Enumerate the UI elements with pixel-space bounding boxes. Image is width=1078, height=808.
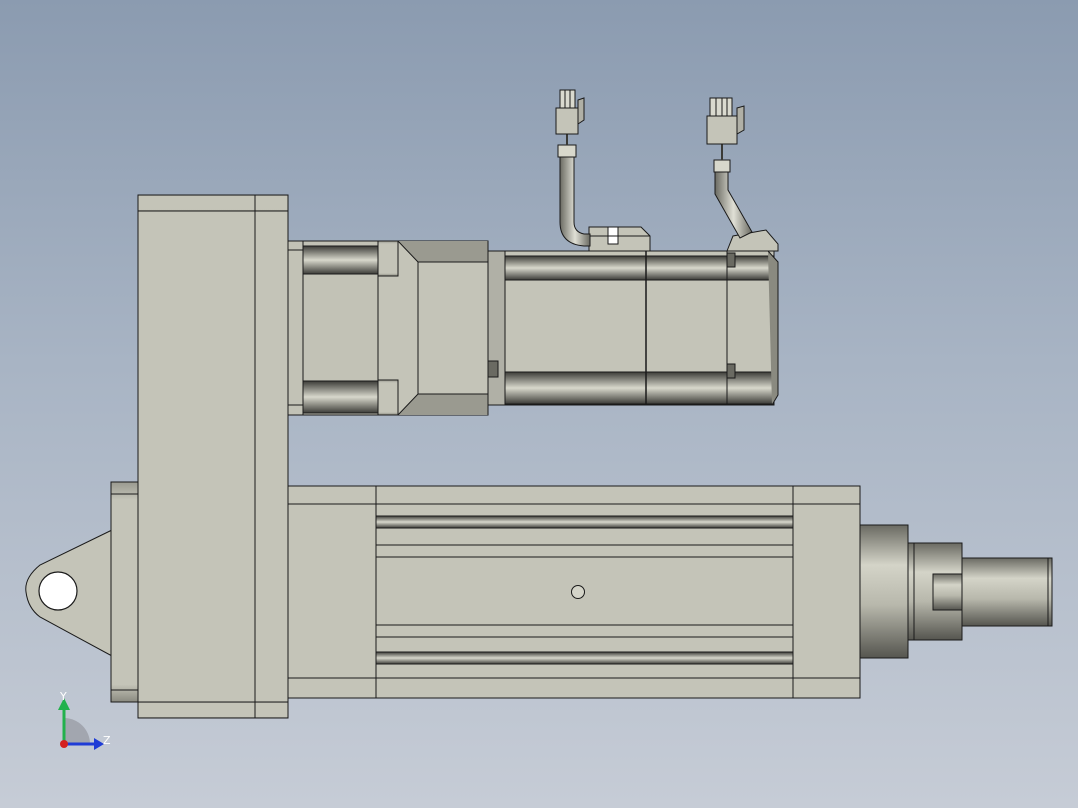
reducer-section	[377, 240, 489, 416]
rear-clevis	[25, 481, 140, 703]
push-rod	[961, 557, 1053, 627]
encoder-plug	[706, 97, 745, 145]
z-axis-label: Z	[103, 734, 111, 747]
coordinate-triad	[58, 698, 104, 750]
servo-motor	[487, 250, 779, 406]
side-gear-housing	[137, 194, 289, 719]
y-axis-label: Y	[59, 690, 67, 703]
power-cable	[557, 130, 591, 247]
front-nose-bearing	[859, 524, 964, 659]
power-plug	[555, 89, 585, 135]
power-connector-block	[588, 226, 651, 252]
front-end-cap	[792, 485, 861, 699]
motor-adapter	[287, 240, 379, 416]
actuator-assembly-drawing: Y Z	[25, 89, 1053, 750]
cad-viewport[interactable]: Y Z	[0, 0, 1078, 808]
encoder-cable	[713, 143, 753, 239]
actuator-tube	[287, 485, 795, 699]
encoder-connector-block	[726, 229, 779, 252]
